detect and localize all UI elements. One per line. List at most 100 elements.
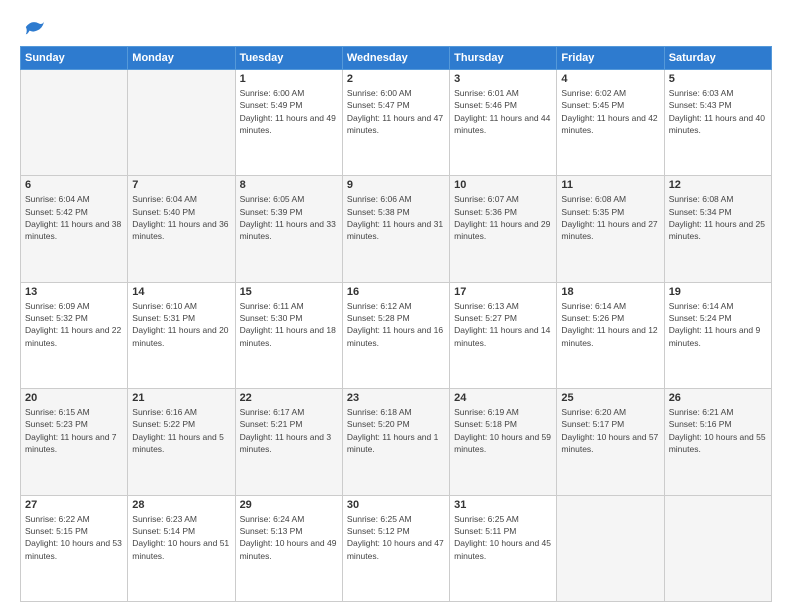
calendar-cell: 5 Sunrise: 6:03 AM Sunset: 5:43 PM Daylig… [664, 70, 771, 176]
day-info: Sunrise: 6:23 AM Sunset: 5:14 PM Dayligh… [132, 513, 230, 562]
calendar-cell: 22 Sunrise: 6:17 AM Sunset: 5:21 PM Dayli… [235, 389, 342, 495]
day-number: 24 [454, 392, 552, 404]
day-info: Sunrise: 6:14 AM Sunset: 5:26 PM Dayligh… [561, 300, 659, 349]
calendar-row-4: 20Sunrise: 6:15 AM Sunset: 5:23 PM Dayli… [21, 389, 772, 495]
day-number: 9 [347, 179, 445, 191]
calendar-cell: 10Sunrise: 6:07 AM Sunset: 5:36 PM Dayli… [450, 176, 557, 282]
day-info: Sunrise: 6:19 AM Sunset: 5:18 PM Dayligh… [454, 406, 552, 455]
day-info: Sunrise: 6:14 AM Sunset: 5:24 PM Dayligh… [669, 300, 767, 349]
calendar-cell: 8Sunrise: 6:05 AM Sunset: 5:39 PM Daylig… [235, 176, 342, 282]
day-info: Sunrise: 6:12 AM Sunset: 5:28 PM Dayligh… [347, 300, 445, 349]
day-info: Sunrise: 6:06 AM Sunset: 5:38 PM Dayligh… [347, 193, 445, 242]
day-info: Sunrise: 6:10 AM Sunset: 5:31 PM Dayligh… [132, 300, 230, 349]
day-info: Sunrise: 6:04 AM Sunset: 5:40 PM Dayligh… [132, 193, 230, 242]
page: SundayMondayTuesdayWednesdayThursdayFrid… [0, 0, 792, 612]
day-number: 19 [669, 286, 767, 298]
day-number: 3 [454, 73, 552, 85]
calendar-cell: 29Sunrise: 6:24 AM Sunset: 5:13 PM Dayli… [235, 495, 342, 601]
day-number: 16 [347, 286, 445, 298]
day-number: 4 [561, 73, 659, 85]
day-number: 6 [25, 179, 123, 191]
weekday-header-sunday: Sunday [21, 47, 128, 70]
calendar-cell: 24 Sunrise: 6:19 AM Sunset: 5:18 PM Dayli… [450, 389, 557, 495]
weekday-header-wednesday: Wednesday [342, 47, 449, 70]
day-info: Sunrise: 6:13 AM Sunset: 5:27 PM Dayligh… [454, 300, 552, 349]
weekday-header-tuesday: Tuesday [235, 47, 342, 70]
calendar-row-2: 6 Sunrise: 6:04 AM Sunset: 5:42 PM Daylig… [21, 176, 772, 282]
day-info: Sunrise: 6:25 AM Sunset: 5:12 PM Dayligh… [347, 513, 445, 562]
header [20, 16, 772, 38]
calendar-cell: 7 Sunrise: 6:04 AM Sunset: 5:40 PM Daylig… [128, 176, 235, 282]
calendar-cell: 20Sunrise: 6:15 AM Sunset: 5:23 PM Dayli… [21, 389, 128, 495]
calendar-cell: 9 Sunrise: 6:06 AM Sunset: 5:38 PM Daylig… [342, 176, 449, 282]
calendar-cell [557, 495, 664, 601]
day-info: Sunrise: 6:21 AM Sunset: 5:16 PM Dayligh… [669, 406, 767, 455]
day-info: Sunrise: 6:18 AM Sunset: 5:20 PM Dayligh… [347, 406, 445, 455]
calendar-row-5: 27 Sunrise: 6:22 AM Sunset: 5:15 PM Dayli… [21, 495, 772, 601]
calendar-cell: 30 Sunrise: 6:25 AM Sunset: 5:12 PM Dayli… [342, 495, 449, 601]
day-number: 18 [561, 286, 659, 298]
calendar-row-3: 13Sunrise: 6:09 AM Sunset: 5:32 PM Dayli… [21, 282, 772, 388]
logo [20, 16, 46, 38]
calendar-cell: 28 Sunrise: 6:23 AM Sunset: 5:14 PM Dayli… [128, 495, 235, 601]
calendar-cell: 26 Sunrise: 6:21 AM Sunset: 5:16 PM Dayli… [664, 389, 771, 495]
day-number: 25 [561, 392, 659, 404]
day-info: Sunrise: 6:03 AM Sunset: 5:43 PM Dayligh… [669, 87, 767, 136]
calendar-cell [21, 70, 128, 176]
calendar-cell: 31 Sunrise: 6:25 AM Sunset: 5:11 PM Dayli… [450, 495, 557, 601]
day-info: Sunrise: 6:11 AM Sunset: 5:30 PM Dayligh… [240, 300, 338, 349]
weekday-header-monday: Monday [128, 47, 235, 70]
calendar-cell: 21Sunrise: 6:16 AM Sunset: 5:22 PM Dayli… [128, 389, 235, 495]
calendar-cell: 13Sunrise: 6:09 AM Sunset: 5:32 PM Dayli… [21, 282, 128, 388]
calendar-cell: 25 Sunrise: 6:20 AM Sunset: 5:17 PM Dayli… [557, 389, 664, 495]
day-number: 13 [25, 286, 123, 298]
weekday-header-thursday: Thursday [450, 47, 557, 70]
calendar-cell: 17 Sunrise: 6:13 AM Sunset: 5:27 PM Dayli… [450, 282, 557, 388]
day-info: Sunrise: 6:22 AM Sunset: 5:15 PM Dayligh… [25, 513, 123, 562]
calendar-cell: 27 Sunrise: 6:22 AM Sunset: 5:15 PM Dayli… [21, 495, 128, 601]
calendar-cell: 6 Sunrise: 6:04 AM Sunset: 5:42 PM Daylig… [21, 176, 128, 282]
calendar-cell: 12 Sunrise: 6:08 AM Sunset: 5:34 PM Dayli… [664, 176, 771, 282]
calendar-cell: 18 Sunrise: 6:14 AM Sunset: 5:26 PM Dayli… [557, 282, 664, 388]
day-number: 23 [347, 392, 445, 404]
day-number: 31 [454, 499, 552, 511]
day-number: 29 [240, 499, 338, 511]
calendar-cell: 2 Sunrise: 6:00 AM Sunset: 5:47 PM Daylig… [342, 70, 449, 176]
day-number: 5 [669, 73, 767, 85]
day-number: 10 [454, 179, 552, 191]
day-info: Sunrise: 6:17 AM Sunset: 5:21 PM Dayligh… [240, 406, 338, 455]
day-number: 26 [669, 392, 767, 404]
day-info: Sunrise: 6:00 AM Sunset: 5:47 PM Dayligh… [347, 87, 445, 136]
calendar-cell: 23 Sunrise: 6:18 AM Sunset: 5:20 PM Dayli… [342, 389, 449, 495]
weekday-header-saturday: Saturday [664, 47, 771, 70]
weekday-header-row: SundayMondayTuesdayWednesdayThursdayFrid… [21, 47, 772, 70]
day-number: 15 [240, 286, 338, 298]
day-info: Sunrise: 6:02 AM Sunset: 5:45 PM Dayligh… [561, 87, 659, 136]
calendar-cell: 16 Sunrise: 6:12 AM Sunset: 5:28 PM Dayli… [342, 282, 449, 388]
calendar-cell [664, 495, 771, 601]
logo-bird-icon [24, 16, 46, 38]
calendar-cell: 4 Sunrise: 6:02 AM Sunset: 5:45 PM Daylig… [557, 70, 664, 176]
calendar-cell: 1Sunrise: 6:00 AM Sunset: 5:49 PM Daylig… [235, 70, 342, 176]
day-info: Sunrise: 6:04 AM Sunset: 5:42 PM Dayligh… [25, 193, 123, 242]
day-number: 7 [132, 179, 230, 191]
day-number: 12 [669, 179, 767, 191]
day-info: Sunrise: 6:25 AM Sunset: 5:11 PM Dayligh… [454, 513, 552, 562]
calendar-table: SundayMondayTuesdayWednesdayThursdayFrid… [20, 46, 772, 602]
day-number: 21 [132, 392, 230, 404]
day-number: 14 [132, 286, 230, 298]
day-number: 30 [347, 499, 445, 511]
calendar-cell: 11Sunrise: 6:08 AM Sunset: 5:35 PM Dayli… [557, 176, 664, 282]
day-info: Sunrise: 6:08 AM Sunset: 5:34 PM Dayligh… [669, 193, 767, 242]
day-info: Sunrise: 6:00 AM Sunset: 5:49 PM Dayligh… [240, 87, 338, 136]
day-number: 28 [132, 499, 230, 511]
day-info: Sunrise: 6:20 AM Sunset: 5:17 PM Dayligh… [561, 406, 659, 455]
day-number: 22 [240, 392, 338, 404]
day-number: 11 [561, 179, 659, 191]
calendar-cell: 19 Sunrise: 6:14 AM Sunset: 5:24 PM Dayli… [664, 282, 771, 388]
day-number: 17 [454, 286, 552, 298]
day-number: 27 [25, 499, 123, 511]
day-info: Sunrise: 6:05 AM Sunset: 5:39 PM Dayligh… [240, 193, 338, 242]
calendar-row-1: 1Sunrise: 6:00 AM Sunset: 5:49 PM Daylig… [21, 70, 772, 176]
day-number: 2 [347, 73, 445, 85]
